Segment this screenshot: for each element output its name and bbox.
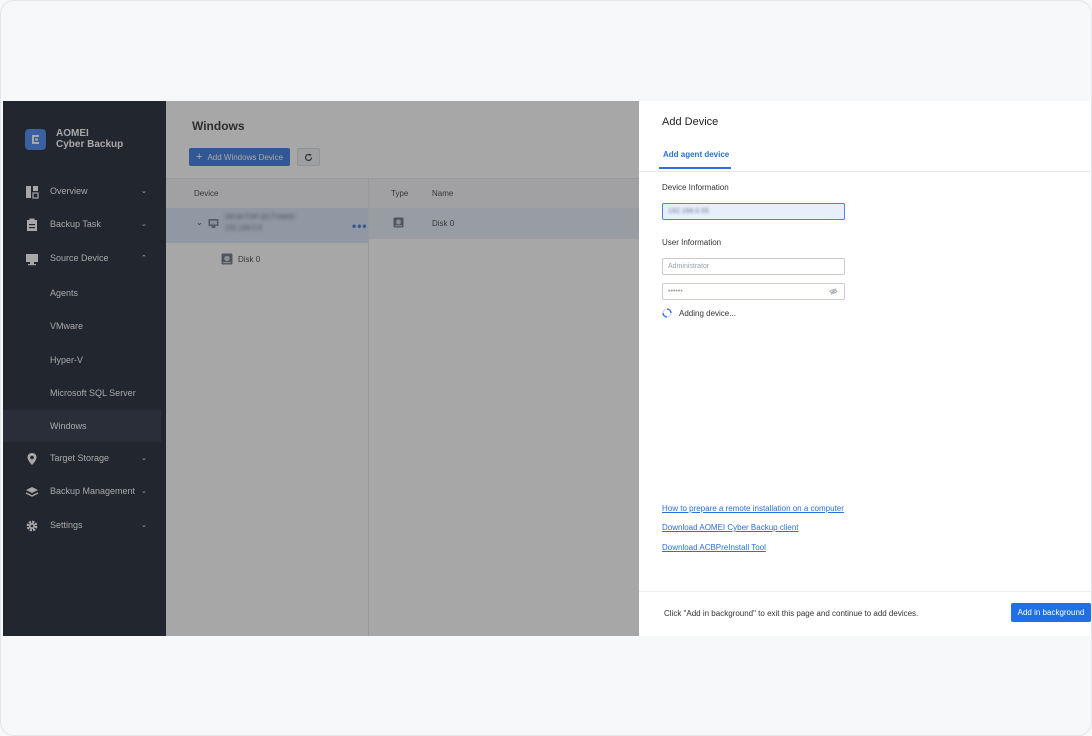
user-information-label: User Information [662,238,722,247]
tab-add-agent-device[interactable]: Add agent device [663,150,729,159]
drawer-title: Add Device [662,116,719,128]
footer-hint: Click "Add in background" to exit this p… [664,609,919,618]
password-input[interactable]: •••••• [662,283,845,300]
modal-overlay[interactable] [3,101,639,636]
password-value: •••••• [668,288,683,295]
active-tab-indicator [659,167,731,169]
username-placeholder: Administrator [668,263,710,270]
adding-status-text: Adding device... [679,308,736,318]
add-in-background-button[interactable]: Add in background [1011,603,1091,622]
download-client-link[interactable]: Download AOMEI Cyber Backup client [662,523,799,532]
device-ip-value: 192.168.0.55 [668,208,709,215]
adding-status: Adding device... [662,308,736,318]
add-device-drawer: Add Device Add agent device Device Infor… [639,101,1091,636]
device-ip-input[interactable]: 192.168.0.55 [662,203,845,220]
footer-divider [639,591,1091,592]
tab-divider [639,171,1091,172]
remote-installation-link[interactable]: How to prepare a remote installation on … [662,504,844,513]
eye-hidden-icon[interactable] [829,287,838,296]
loading-spinner-icon [662,308,672,318]
username-input[interactable]: Administrator [662,258,845,275]
screenshot-frame: AOMEI Cyber Backup Overview ⌄ Backup Tas… [0,0,1092,736]
download-preinstall-tool-link[interactable]: Download ACBPreInstall Tool [662,543,766,552]
device-information-label: Device Information [662,183,729,192]
app-window: AOMEI Cyber Backup Overview ⌄ Backup Tas… [3,101,1091,636]
